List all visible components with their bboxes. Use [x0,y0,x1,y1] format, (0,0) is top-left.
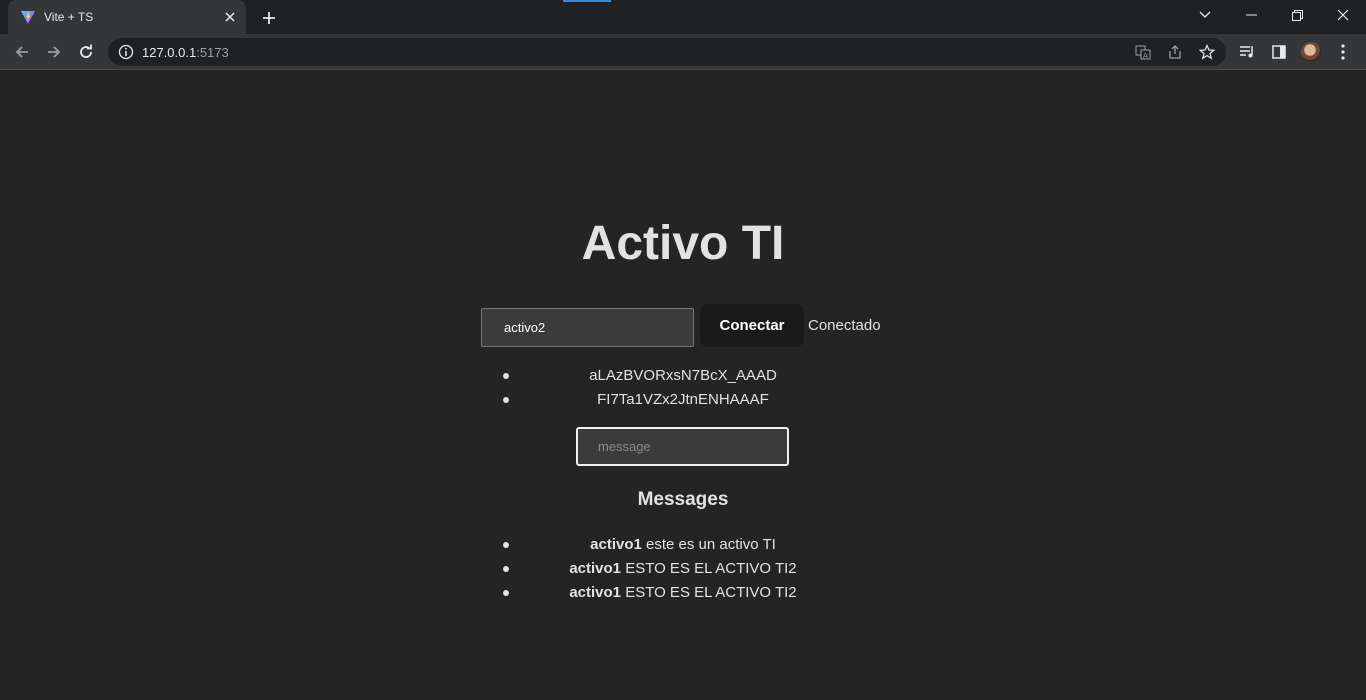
client-id: aLAzBVORxsN7BcX_AAAD [589,367,777,384]
back-icon[interactable] [8,38,36,66]
bookmark-star-icon[interactable] [1199,44,1215,60]
message-item: activo1 ESTO ES EL ACTIVO TI2 [0,557,1366,581]
bullet-icon [503,373,509,379]
address-bar[interactable]: 127.0.0.1:5173 A [108,38,1226,66]
reload-icon[interactable] [72,38,100,66]
browser-tab[interactable]: Vite + TS [8,0,246,34]
clients-list: aLAzBVORxsN7BcX_AAAD FI7Ta1VZx2JtnENHAAA… [0,364,1366,412]
url-port: :5173 [196,45,229,60]
page-title: Activo TI [581,217,785,270]
messages-list: activo1 este es un activo TI activo1 EST… [0,533,1366,605]
forward-icon[interactable] [40,38,68,66]
translate-icon[interactable]: A [1135,44,1151,60]
tab-close-icon[interactable] [222,9,238,25]
bullet-icon [503,542,509,548]
message-sender: activo1 [569,560,622,577]
vite-logo-icon [21,11,35,24]
tab-search-chevron-icon[interactable] [1182,0,1228,30]
message-sender: activo1 [569,584,622,601]
close-window-icon[interactable] [1320,0,1366,30]
profile-avatar[interactable] [1301,42,1321,62]
url-host: 127.0.0.1 [142,45,197,60]
url-text: 127.0.0.1:5173 [142,45,229,60]
bullet-icon [503,566,509,572]
reading-list-icon[interactable] [1237,42,1257,62]
app-page: Activo TI Conectar Conectado aLAzBVORxsN… [0,71,1366,700]
site-info-icon[interactable] [118,44,134,60]
message-item: activo1 ESTO ES EL ACTIVO TI2 [0,581,1366,605]
message-text: este es un activo TI [641,536,776,553]
client-item: FI7Ta1VZx2JtnENHAAAF [0,388,1366,412]
name-input[interactable] [481,308,694,347]
messages-heading: Messages [637,489,729,510]
new-tab-icon[interactable] [258,7,280,29]
client-item: aLAzBVORxsN7BcX_AAAD [0,364,1366,388]
message-text: ESTO ES EL ACTIVO TI2 [621,584,797,601]
bullet-icon [503,590,509,596]
share-icon[interactable] [1167,44,1183,60]
browser-titlebar: Vite + TS [0,0,1366,34]
message-sender: activo1 [590,536,642,553]
restore-icon[interactable] [1274,0,1320,30]
minimize-icon[interactable] [1228,0,1274,30]
tab-title: Vite + TS [44,10,94,24]
top-accent-bar [563,0,611,2]
svg-text:A: A [1143,52,1148,60]
connect-button[interactable]: Conectar [700,304,804,347]
browser-toolbar: 127.0.0.1:5173 A [0,34,1366,70]
message-text: ESTO ES EL ACTIVO TI2 [621,560,797,577]
bullet-icon [503,397,509,403]
message-item: activo1 este es un activo TI [0,533,1366,557]
side-panel-icon[interactable] [1269,42,1289,62]
client-id: FI7Ta1VZx2JtnENHAAAF [597,391,769,408]
connection-status: Conectado [808,317,881,334]
message-input[interactable] [576,427,789,466]
menu-kebab-icon[interactable] [1333,42,1353,62]
